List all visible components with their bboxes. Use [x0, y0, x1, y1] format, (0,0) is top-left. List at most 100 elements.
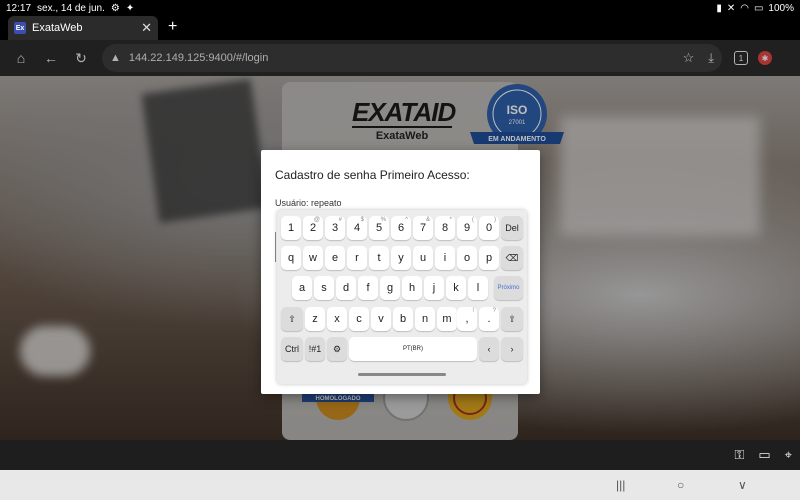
- key-p[interactable]: p: [479, 246, 499, 270]
- key-z[interactable]: z: [305, 307, 325, 331]
- tab-strip: Ex ExataWeb ✕ +: [0, 16, 800, 40]
- vibrate-icon: ▮: [716, 2, 722, 14]
- key-period-hint: ?: [492, 308, 496, 314]
- home-nav-icon[interactable]: ○: [677, 478, 684, 492]
- cursor-left-icon[interactable]: ‹: [479, 337, 499, 361]
- key-b[interactable]: b: [393, 307, 413, 331]
- key-6[interactable]: 6 ^: [391, 216, 411, 240]
- key-3[interactable]: 3 #: [325, 216, 345, 240]
- key-f[interactable]: f: [358, 276, 378, 300]
- key-5-label: 5: [375, 222, 383, 234]
- key-7[interactable]: 7 &: [413, 216, 433, 240]
- key-4-hint: $: [360, 217, 364, 223]
- key-7-hint: &: [425, 217, 430, 223]
- recent-apps-icon[interactable]: |||: [616, 478, 625, 492]
- key-n[interactable]: n: [415, 307, 435, 331]
- key-space[interactable]: PT(BR): [349, 337, 477, 361]
- key-t-label: t: [377, 252, 381, 264]
- key-o[interactable]: o: [457, 246, 477, 270]
- password-key-icon[interactable]: ⚿: [734, 447, 744, 463]
- key-y-label: y: [398, 252, 404, 264]
- key-2[interactable]: 2 @: [303, 216, 323, 240]
- key-w-label: w: [309, 252, 317, 264]
- tab-exataweb[interactable]: Ex ExataWeb ✕: [8, 16, 158, 40]
- key-s[interactable]: s: [314, 276, 334, 300]
- key-w[interactable]: w: [303, 246, 323, 270]
- key-l[interactable]: l: [468, 276, 488, 300]
- key-9[interactable]: 9(: [457, 216, 477, 240]
- key-u[interactable]: u: [413, 246, 433, 270]
- browser-toolbar: ⌂ ← → ↻ ▲ 144.22.149.125:9400/#/login ☆ …: [0, 40, 800, 404]
- key-g[interactable]: g: [380, 276, 400, 300]
- status-bar: 12:17 sex., 14 de jun. ⚙ ✦ ▮ ✕ ◠ ▭ 100%: [0, 0, 800, 16]
- key-3-hint: #: [338, 217, 342, 223]
- key-r[interactable]: r: [347, 246, 367, 270]
- key-m[interactable]: m: [437, 307, 457, 331]
- key-2-label: 2: [309, 222, 317, 234]
- key-u-label: u: [419, 252, 427, 264]
- key-b-label: b: [399, 313, 407, 325]
- key-j-label: j: [432, 282, 436, 294]
- key-shift-right[interactable]: ⇧: [501, 307, 523, 331]
- key-v[interactable]: v: [371, 307, 391, 331]
- payment-card-icon[interactable]: ▭: [758, 447, 770, 463]
- key-backspace[interactable]: ⌫: [501, 246, 523, 270]
- key-5-hint: %: [380, 217, 386, 223]
- key-1[interactable]: 1: [281, 216, 301, 240]
- key-0-label: 0: [485, 222, 493, 234]
- key-del[interactable]: Del: [501, 216, 523, 240]
- keyboard-drag-handle[interactable]: [358, 373, 446, 376]
- key-v-label: v: [378, 313, 384, 325]
- wifi-icon: ◠: [740, 2, 749, 14]
- user-label: Usuário: repeato: [275, 198, 342, 208]
- key-comma-hint: !: [472, 308, 474, 314]
- system-nav-bar: ||| ○ ∨: [0, 470, 800, 500]
- key-t[interactable]: t: [369, 246, 389, 270]
- key-2-hint: @: [313, 217, 320, 223]
- key-d[interactable]: d: [336, 276, 356, 300]
- key-k-label: k: [453, 282, 459, 294]
- key-s-label: s: [321, 282, 327, 294]
- battery-icon: ▭: [753, 2, 764, 14]
- key-0-hint: ): [494, 217, 496, 223]
- key-comma[interactable]: ,!: [457, 307, 477, 331]
- key-d-label: d: [342, 282, 350, 294]
- screen: 12:17 sex., 14 de jun. ⚙ ✦ ▮ ✕ ◠ ▭ 100% …: [0, 0, 800, 500]
- key-q[interactable]: q: [281, 246, 301, 270]
- key-h[interactable]: h: [402, 276, 422, 300]
- mute-icon: ✕: [726, 2, 736, 14]
- key-n-label: n: [421, 313, 429, 325]
- key-4[interactable]: 4 $: [347, 216, 367, 240]
- key-a[interactable]: a: [292, 276, 312, 300]
- back-nav-icon[interactable]: ∨: [738, 478, 747, 492]
- key-k[interactable]: k: [446, 276, 466, 300]
- key-x[interactable]: x: [327, 307, 347, 331]
- key-7-label: 7: [419, 222, 427, 234]
- favicon-icon: Ex: [14, 22, 26, 34]
- key-9-label: 9: [463, 222, 471, 234]
- close-tab-icon[interactable]: ✕: [141, 20, 152, 36]
- key-o-label: o: [463, 252, 471, 264]
- keyboard-settings-icon[interactable]: ⚙: [327, 337, 347, 361]
- key-next[interactable]: Próximo: [494, 276, 523, 300]
- key-ctrl[interactable]: Ctrl: [281, 337, 303, 361]
- key-e[interactable]: e: [325, 246, 345, 270]
- key-l-label: l: [476, 282, 480, 294]
- key-6-label: 6: [397, 222, 405, 234]
- key-period[interactable]: .?: [479, 307, 499, 331]
- key-j[interactable]: j: [424, 276, 444, 300]
- key-i[interactable]: i: [435, 246, 455, 270]
- location-pin-icon[interactable]: ⌖: [785, 447, 792, 463]
- key-h-label: h: [408, 282, 416, 294]
- key-f-label: f: [366, 282, 370, 294]
- key-y[interactable]: y: [391, 246, 411, 270]
- key-i-label: i: [443, 252, 447, 264]
- key-shift-left[interactable]: ⇧: [281, 307, 303, 331]
- key-symbols[interactable]: !#1: [305, 337, 325, 361]
- new-tab-icon[interactable]: +: [168, 18, 177, 36]
- key-c[interactable]: c: [349, 307, 369, 331]
- cursor-right-icon[interactable]: ›: [501, 337, 523, 361]
- key-8[interactable]: 8 *: [435, 216, 455, 240]
- key-0[interactable]: 0): [479, 216, 499, 240]
- key-5[interactable]: 5%: [369, 216, 389, 240]
